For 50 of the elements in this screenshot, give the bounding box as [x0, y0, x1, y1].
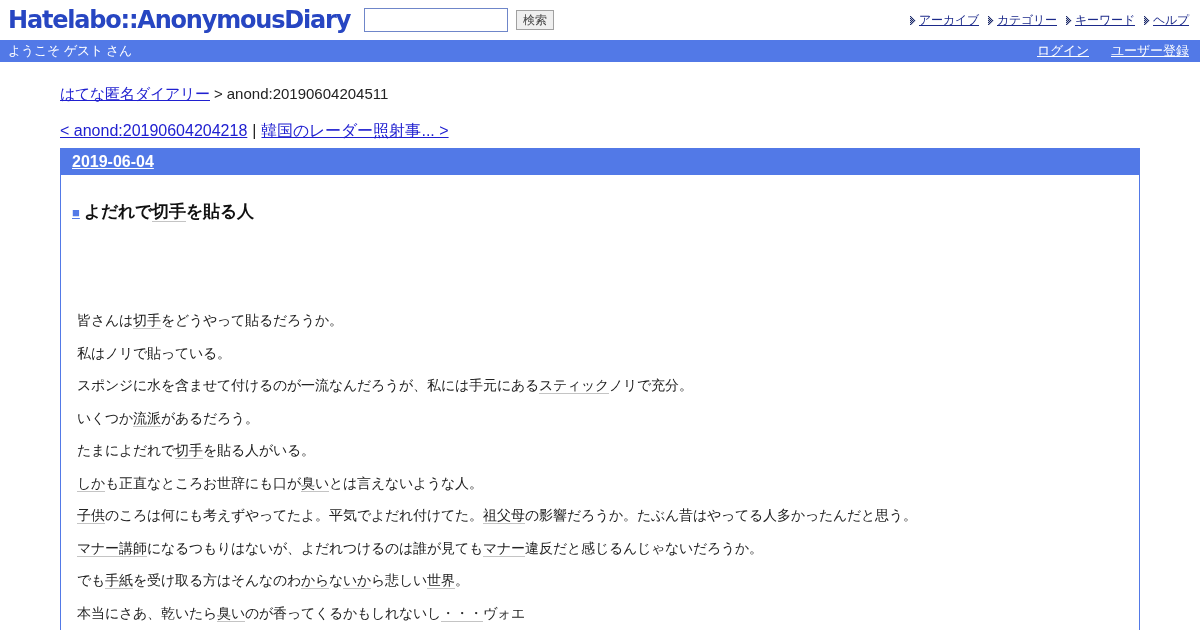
entry-paragraph: いくつか流派があるだろう。	[77, 408, 260, 429]
entry-paragraph: でも手紙を受け取る方はそんなのわから ないから悲しい世界。	[77, 571, 470, 591]
keyword-link[interactable]: 祖父母	[483, 507, 525, 524]
date-link[interactable]: 2019-06-04	[72, 153, 154, 171]
entry-paragraph: マナー講師になるつもりはないが、よだれつけるのは誰が見ても マナー違反だと感じるんじゃないだろうか。	[77, 538, 764, 559]
welcome-text: ようこそ ゲスト さん	[8, 42, 133, 60]
keyword-link[interactable]: ・・・	[441, 604, 483, 622]
keyword-link[interactable]: 手紙	[105, 572, 133, 589]
keyword-link[interactable]: 切手	[151, 202, 186, 222]
entry-paragraph: しかも正直なところお世辞にも口が臭い とは言えないような人。	[77, 473, 484, 494]
pager-separator: |	[252, 121, 257, 141]
keyword-link[interactable]: から	[301, 572, 329, 589]
previous-entry-link[interactable]: < anond:20190604204218	[60, 119, 248, 143]
search-field[interactable]	[364, 8, 509, 32]
keyword-link[interactable]: 切手	[175, 442, 203, 459]
entry-paragraph: たまによだれで切手を貼る人がいる。	[77, 441, 316, 461]
breadcrumb-link[interactable]: はてな匿名ダイアリー	[60, 82, 210, 106]
keyword-link[interactable]: 切手	[133, 312, 161, 329]
keyword-link[interactable]: スティック	[539, 377, 609, 394]
site-logo[interactable]: Hatelabo::AnonymousDiary	[8, 6, 351, 34]
search-button[interactable]: 検索	[516, 10, 555, 30]
header-nav-link[interactable]: アーカイブ	[919, 11, 979, 29]
keyword-link[interactable]: 世界	[427, 572, 455, 589]
breadcrumb-separator: >	[214, 84, 223, 104]
entry-paragraph: 本当にさあ、乾いたら臭いのが香ってくるかもしれないし・・・ヴォエ	[77, 603, 526, 624]
header-nav-link[interactable]: キーワード	[1075, 11, 1135, 29]
next-entry-link[interactable]: 韓国のレーダー照射事... >	[261, 119, 449, 143]
keyword-link[interactable]: しか	[77, 474, 105, 492]
entry-title: よだれで切手を貼る人	[83, 201, 254, 224]
keyword-link[interactable]: マナー講師	[77, 539, 147, 557]
triangle-icon	[910, 15, 916, 25]
triangle-icon	[1144, 15, 1150, 25]
entry-paragraph: 子供のころは何にも考えずやってたよ。平気でよだれ付けてた。祖父母の影響だろうか。たぶん昔はやってる人多かったんだと思う。	[77, 506, 918, 526]
header-nav-link[interactable]: カテゴリー	[997, 11, 1057, 29]
triangle-icon	[1066, 15, 1072, 25]
keyword-link[interactable]: 臭い	[217, 604, 245, 622]
entry-paragraph: 皆さんは切手をどうやって貼るだろうか。	[77, 311, 344, 331]
header-nav-link[interactable]: ヘルプ	[1153, 11, 1189, 29]
triangle-icon	[988, 15, 994, 25]
keyword-link[interactable]: 臭い	[301, 474, 329, 492]
entry-anchor-link[interactable]: ■	[72, 201, 80, 225]
account-link[interactable]: ユーザー登録	[1111, 42, 1189, 60]
breadcrumb-current: anond:20190604204511	[226, 84, 389, 104]
account-link[interactable]: ログイン	[1037, 42, 1089, 60]
entry-paragraph: スポンジに水を含ませて付けるのが一流なんだろうが、私には手元にある スティック ノリで充分。	[77, 376, 694, 396]
keyword-link[interactable]: マナー	[483, 539, 525, 557]
entry-paragraph: 私はノリで貼っている。	[77, 343, 232, 363]
keyword-link[interactable]: いか	[343, 572, 371, 589]
keyword-link[interactable]: 流派	[133, 409, 161, 427]
keyword-link[interactable]: 子供	[77, 507, 105, 524]
